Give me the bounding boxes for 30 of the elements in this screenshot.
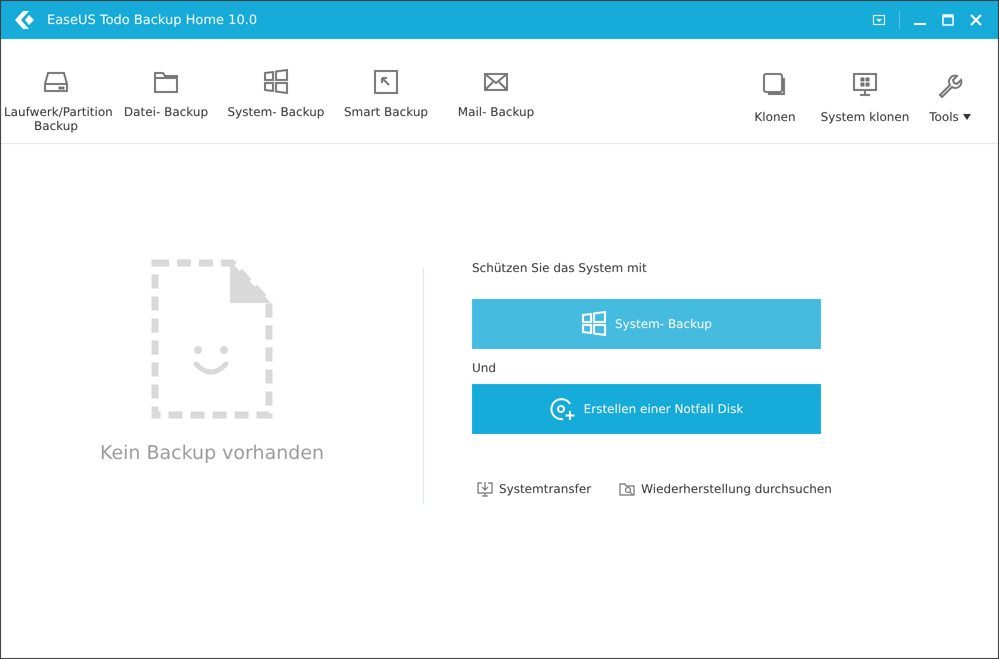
wrench-icon xyxy=(937,72,963,98)
disk-add-icon xyxy=(550,396,576,422)
drive-icon xyxy=(43,69,69,95)
empty-file-icon xyxy=(150,258,274,420)
toolbar-button[interactable]: Tools xyxy=(910,39,990,143)
dropdown-icon[interactable] xyxy=(873,15,885,25)
empty-message: Kein Backup vorhanden xyxy=(100,442,324,464)
pointer-icon xyxy=(373,69,399,95)
section-heading: Schützen Sie das System mit xyxy=(472,261,648,275)
connector-text: Und xyxy=(472,361,498,375)
toolbar-button[interactable]: Klonen xyxy=(730,39,820,143)
toolbar-button[interactable]: Laufwerk/Partition Backup xyxy=(1,39,111,143)
toolbar-button[interactable]: System- Backup xyxy=(221,39,331,143)
toolbar-button[interactable]: Smart Backup xyxy=(331,39,441,143)
toolbar-button[interactable]: System klonen xyxy=(820,39,910,143)
toolbar-button[interactable]: Mail- Backup xyxy=(441,39,551,143)
toolbar-button[interactable]: Datei- Backup xyxy=(111,39,221,143)
clone-icon xyxy=(762,72,788,98)
windows-icon xyxy=(263,69,289,95)
folder-icon xyxy=(153,69,179,95)
link[interactable]: Systemtransfer xyxy=(477,481,592,497)
windows-icon xyxy=(581,311,608,337)
folder-search-icon xyxy=(619,481,636,497)
window-title: EaseUS Todo Backup Home 10.0 xyxy=(47,12,258,28)
link[interactable]: Wiederherstellung durchsuchen xyxy=(619,481,832,497)
maximize-icon[interactable] xyxy=(942,14,954,26)
close-icon[interactable] xyxy=(970,14,982,26)
monitor-icon xyxy=(852,72,878,98)
download-monitor-icon xyxy=(477,481,493,497)
logo-icon xyxy=(15,11,37,29)
